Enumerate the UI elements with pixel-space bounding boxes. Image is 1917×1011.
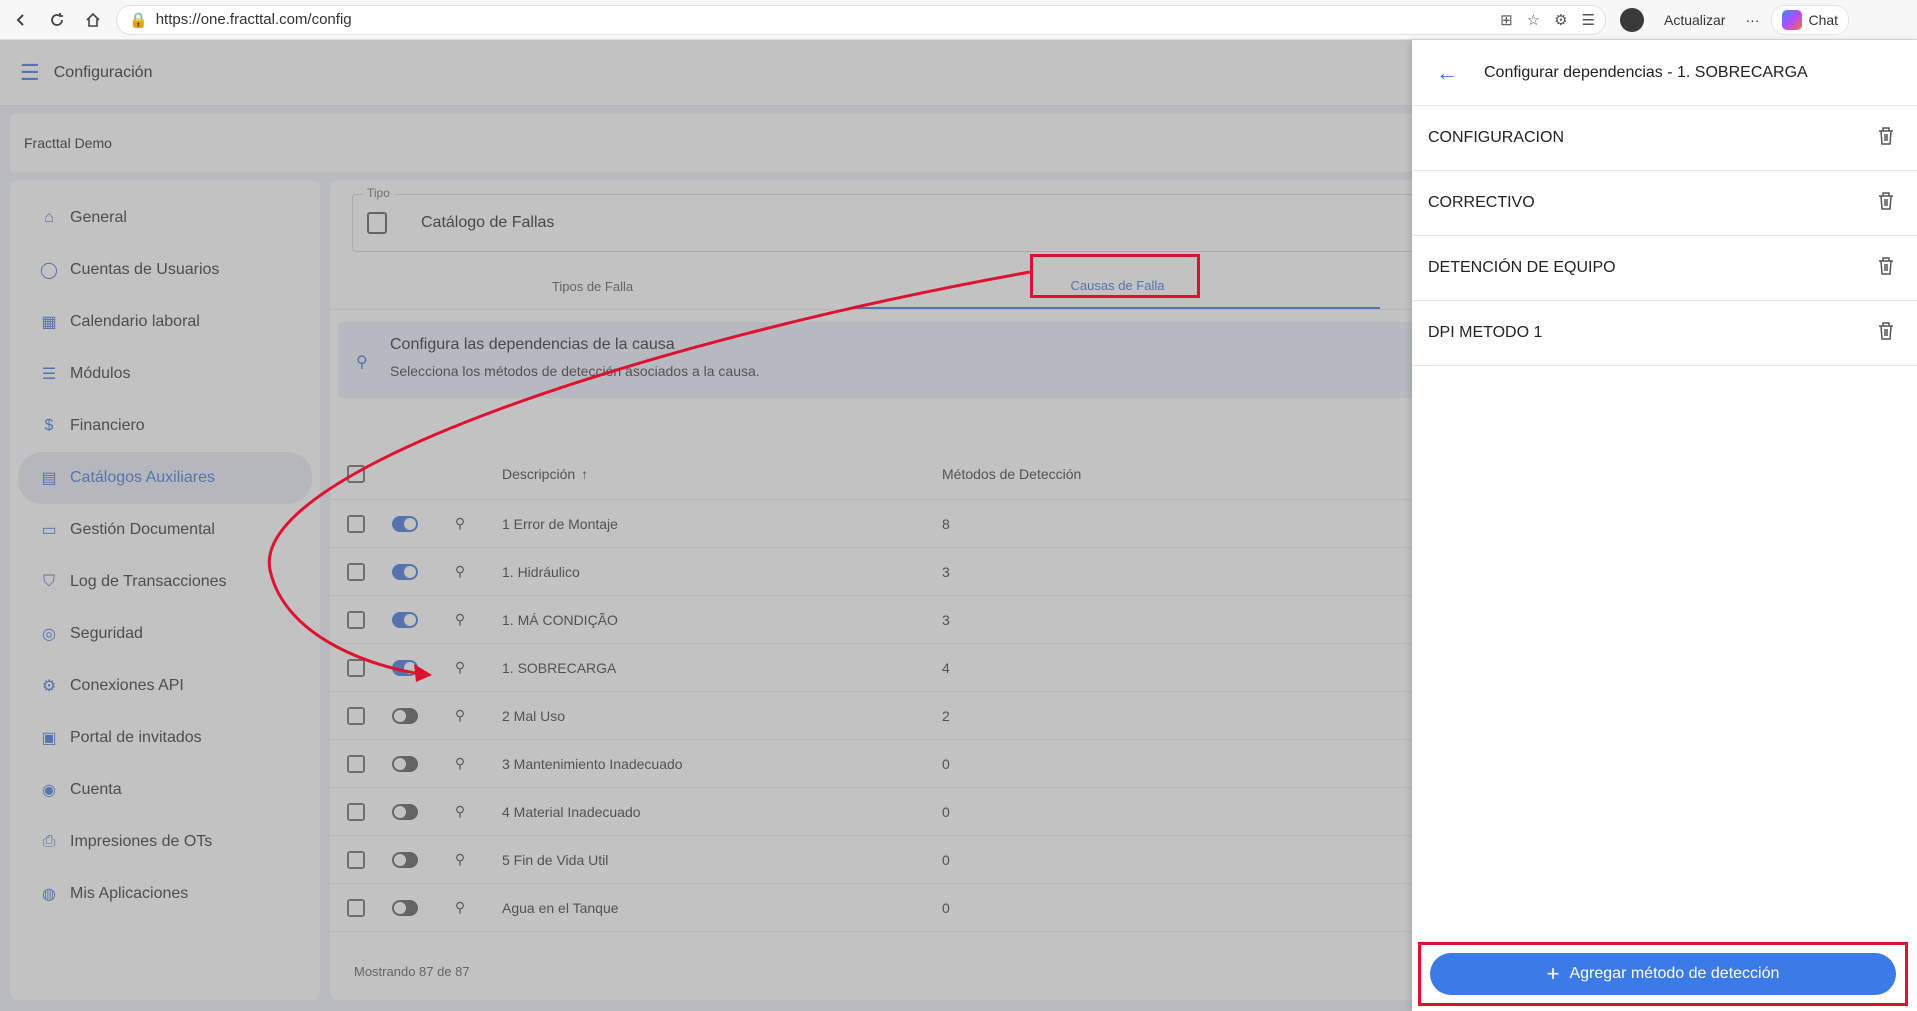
favorites-icon[interactable]: ☰ [1582,11,1595,29]
trash-icon[interactable] [1877,126,1895,151]
highlight-add-annotation: + Agregar método de detección [1418,942,1908,1006]
detection-method-label: CORRECTIVO [1428,194,1535,211]
plus-icon: + [1546,961,1560,986]
apps-icon[interactable]: ⊞ [1500,11,1513,29]
back-arrow-icon[interactable]: ← [1436,60,1458,86]
update-button[interactable]: Actualizar [1656,8,1733,32]
dependencies-drawer: ← Configurar dependencias - 1. SOBRECARG… [1412,40,1917,1011]
extension-icon[interactable]: ⚙ [1554,11,1567,29]
add-detection-method-button[interactable]: + Agregar método de detección [1430,953,1896,995]
reload-icon[interactable] [42,5,72,35]
drawer-title: Configurar dependencias - 1. SOBRECARGA [1484,63,1808,81]
chat-label: Chat [1808,11,1839,28]
browser-toolbar: 🔒 https://one.fracttal.com/config ⊞ ☆ ⚙ … [0,0,1917,40]
highlight-tab-annotation [1030,254,1200,298]
detection-method-label: DETENCIÓN DE EQUIPO [1428,259,1616,276]
detection-method-item: DETENCIÓN DE EQUIPO [1412,236,1917,301]
detection-method-item: DPI METODO 1 [1412,301,1917,366]
detection-method-label: DPI METODO 1 [1428,324,1543,341]
chat-button[interactable]: Chat [1771,4,1850,35]
detection-method-item: CONFIGURACION [1412,106,1917,171]
star-icon[interactable]: ☆ [1527,11,1540,29]
address-bar[interactable]: 🔒 https://one.fracttal.com/config ⊞ ☆ ⚙ … [116,4,1606,35]
trash-icon[interactable] [1877,256,1895,281]
more-menu-icon[interactable]: ··· [1745,12,1759,28]
drawer-header: ← Configurar dependencias - 1. SOBRECARG… [1412,40,1917,106]
detection-method-label: CONFIGURACION [1428,129,1564,146]
home-icon[interactable] [78,5,108,35]
url-text: https://one.fracttal.com/config [155,11,352,28]
trash-icon[interactable] [1877,191,1895,216]
trash-icon[interactable] [1877,321,1895,346]
detection-method-item: CORRECTIVO [1412,171,1917,236]
lock-icon: 🔒 [129,11,148,29]
modal-overlay[interactable] [0,40,1412,1011]
copilot-icon [1782,9,1803,30]
back-icon[interactable] [6,5,36,35]
profile-avatar[interactable] [1620,7,1644,32]
add-button-label: Agregar método de detección [1569,965,1780,982]
